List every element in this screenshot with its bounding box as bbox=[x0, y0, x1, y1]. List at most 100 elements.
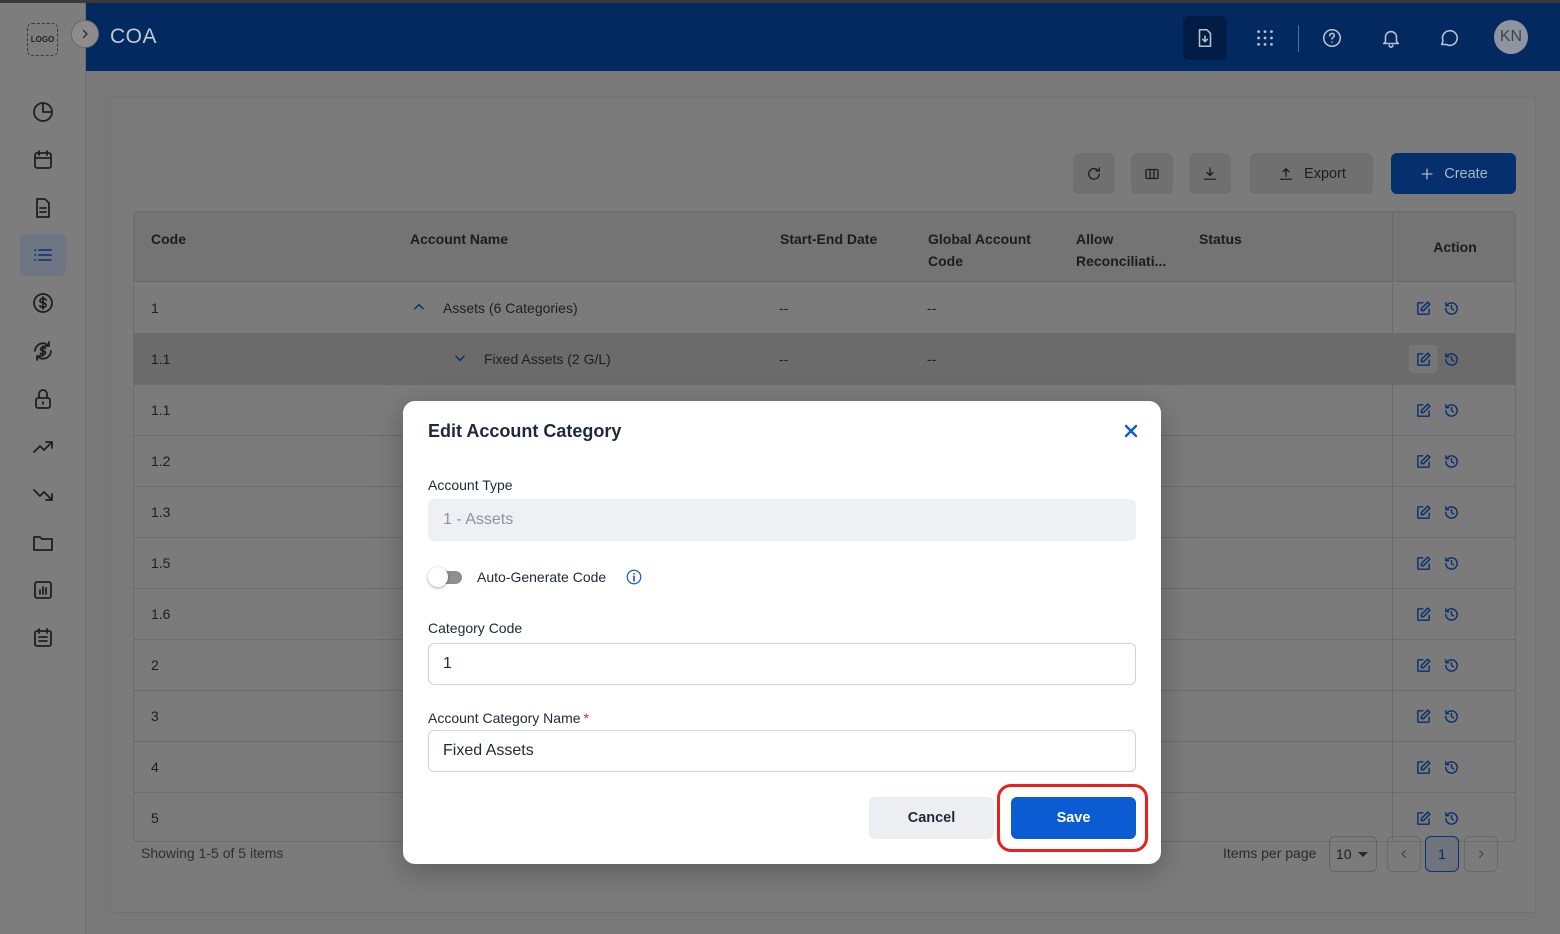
sidebar-item-documents[interactable] bbox=[20, 187, 66, 229]
pagination-summary: Showing 1-5 of 5 items bbox=[141, 845, 284, 861]
cell-code: 4 bbox=[151, 759, 159, 775]
table-row[interactable]: 1 Assets (6 Categories) -- -- bbox=[134, 283, 1515, 334]
history-icon[interactable] bbox=[1441, 655, 1461, 675]
category-code-input[interactable]: 1 bbox=[428, 643, 1136, 685]
cell-actions bbox=[1392, 589, 1515, 640]
calendar-list-icon bbox=[34, 628, 52, 647]
cancel-button[interactable]: Cancel bbox=[869, 797, 994, 839]
next-page-button[interactable] bbox=[1464, 836, 1498, 872]
close-dialog-button[interactable] bbox=[1119, 419, 1143, 443]
cell-actions bbox=[1392, 538, 1515, 589]
cell-code: 1 bbox=[151, 300, 159, 316]
sidebar-item-security[interactable] bbox=[20, 378, 66, 420]
cell-start-end-date: -- bbox=[779, 300, 789, 316]
history-icon[interactable] bbox=[1441, 808, 1461, 828]
export-button[interactable]: Export bbox=[1250, 153, 1373, 194]
account-type-field: 1 - Assets bbox=[428, 499, 1136, 541]
edit-icon[interactable] bbox=[1413, 604, 1433, 624]
edit-icon[interactable] bbox=[1413, 757, 1433, 777]
chevron-right-icon bbox=[1479, 850, 1484, 858]
export-label: Export bbox=[1304, 165, 1346, 182]
cell-code: 1.3 bbox=[151, 504, 171, 520]
items-per-page-select[interactable]: 10 bbox=[1329, 836, 1377, 872]
download-button[interactable] bbox=[1189, 153, 1231, 194]
chevron-up-icon[interactable] bbox=[412, 300, 426, 314]
edit-icon[interactable] bbox=[1413, 553, 1433, 573]
col-code[interactable]: Code bbox=[151, 228, 186, 250]
sidebar-item-coa[interactable] bbox=[20, 234, 66, 276]
cell-actions bbox=[1392, 283, 1515, 334]
category-name-label: Account Category Name * bbox=[428, 710, 589, 726]
help-button[interactable] bbox=[1310, 16, 1354, 60]
cell-code: 1.1 bbox=[151, 402, 171, 418]
refresh-icon bbox=[1088, 166, 1100, 180]
table-row[interactable]: 1.1 Fixed Assets (2 G/L) -- -- bbox=[134, 334, 1515, 385]
edit-icon[interactable] bbox=[1413, 451, 1433, 471]
category-name-input[interactable]: Fixed Assets bbox=[428, 730, 1136, 772]
edit-icon[interactable] bbox=[1413, 502, 1433, 522]
document-icon bbox=[36, 198, 50, 218]
col-account-name[interactable]: Account Name bbox=[410, 228, 508, 250]
avatar[interactable]: KN bbox=[1494, 20, 1528, 54]
col-start-end-date[interactable]: Start-End Date bbox=[780, 228, 877, 250]
top-header: COA KN bbox=[86, 3, 1560, 71]
col-allow-reconciliation[interactable]: Allow Reconciliati... bbox=[1076, 228, 1176, 272]
info-icon[interactable] bbox=[625, 568, 643, 586]
chevron-left-icon bbox=[1401, 850, 1406, 858]
edit-icon[interactable] bbox=[1409, 345, 1437, 373]
history-icon[interactable] bbox=[1441, 757, 1461, 777]
prev-page-button[interactable] bbox=[1387, 836, 1421, 872]
col-action: Action bbox=[1392, 212, 1515, 282]
account-type-label: Account Type bbox=[428, 477, 513, 493]
cell-code: 1.6 bbox=[151, 606, 171, 622]
sidebar-item-finance[interactable] bbox=[20, 282, 66, 324]
close-icon bbox=[1124, 424, 1138, 438]
sidebar-item-expense[interactable] bbox=[20, 474, 66, 516]
cell-actions bbox=[1392, 487, 1515, 538]
dollar-icon bbox=[33, 293, 53, 313]
edit-icon[interactable] bbox=[1413, 808, 1433, 828]
list-icon bbox=[34, 249, 52, 261]
notifications-button[interactable] bbox=[1369, 16, 1413, 60]
history-icon[interactable] bbox=[1441, 604, 1461, 624]
sidebar-item-income[interactable] bbox=[20, 426, 66, 468]
help-circle-icon bbox=[1322, 28, 1342, 48]
dialog-title: Edit Account Category bbox=[428, 421, 622, 441]
upload-icon bbox=[1280, 167, 1292, 180]
cell-code: 1.2 bbox=[151, 453, 171, 469]
create-button[interactable]: Create bbox=[1391, 153, 1516, 194]
trend-down-icon bbox=[33, 489, 53, 501]
sidebar-item-files[interactable] bbox=[20, 522, 66, 564]
edit-icon[interactable] bbox=[1413, 298, 1433, 318]
file-download-button[interactable] bbox=[1183, 16, 1227, 60]
history-icon[interactable] bbox=[1441, 298, 1461, 318]
columns-button[interactable] bbox=[1131, 153, 1173, 194]
cell-start-end-date: -- bbox=[779, 351, 789, 367]
page-title: COA bbox=[110, 25, 158, 48]
history-icon[interactable] bbox=[1441, 349, 1461, 369]
sidebar-expand-button[interactable] bbox=[71, 20, 99, 48]
cell-account-name: Fixed Assets (2 G/L) bbox=[484, 351, 611, 367]
history-icon[interactable] bbox=[1441, 400, 1461, 420]
sidebar-item-calendar[interactable] bbox=[20, 139, 66, 181]
auto-generate-toggle[interactable] bbox=[428, 567, 464, 587]
edit-icon[interactable] bbox=[1413, 655, 1433, 675]
edit-icon[interactable] bbox=[1413, 400, 1433, 420]
edit-icon[interactable] bbox=[1413, 706, 1433, 726]
col-global-account-code[interactable]: Global Account Code bbox=[928, 228, 1048, 272]
sidebar-item-schedule[interactable] bbox=[20, 617, 66, 659]
sidebar-item-dashboard[interactable] bbox=[20, 91, 66, 133]
apps-grid-button[interactable] bbox=[1243, 16, 1287, 60]
chevron-down-icon[interactable] bbox=[453, 351, 467, 365]
refresh-button[interactable] bbox=[1073, 153, 1115, 194]
history-icon[interactable] bbox=[1441, 553, 1461, 573]
history-icon[interactable] bbox=[1441, 502, 1461, 522]
sidebar-item-reports[interactable] bbox=[20, 569, 66, 611]
history-icon[interactable] bbox=[1441, 706, 1461, 726]
sidebar-item-exchange[interactable] bbox=[20, 330, 66, 372]
history-icon[interactable] bbox=[1441, 451, 1461, 471]
col-status[interactable]: Status bbox=[1199, 228, 1242, 250]
required-asterisk: * bbox=[583, 710, 589, 726]
page-button-current[interactable]: 1 bbox=[1425, 836, 1459, 872]
chat-button[interactable] bbox=[1427, 16, 1471, 60]
